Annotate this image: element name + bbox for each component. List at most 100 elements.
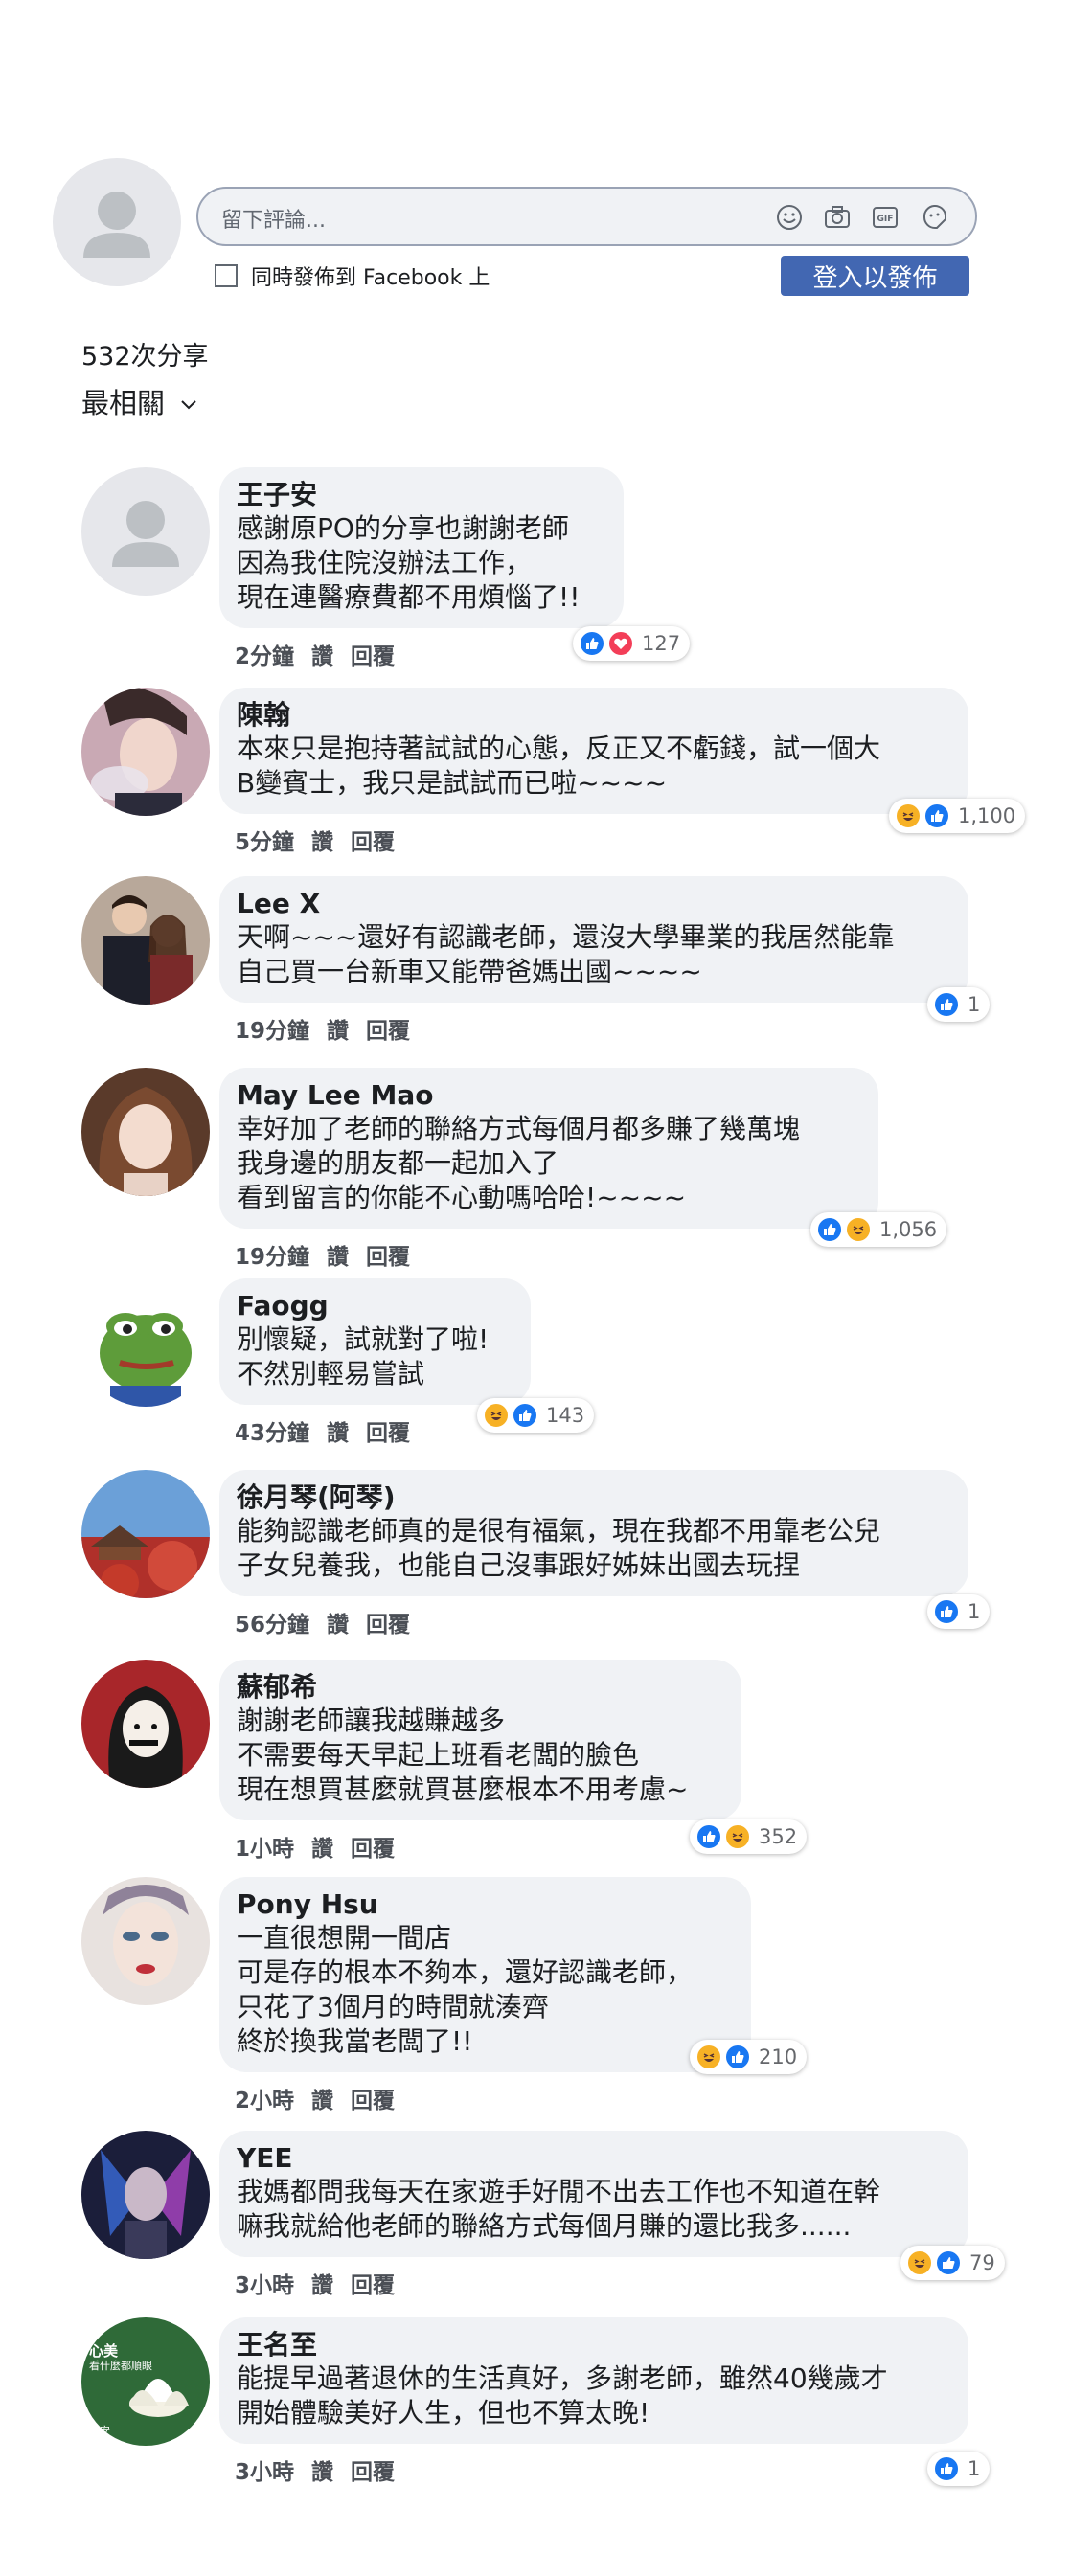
reply-link[interactable]: 回覆 bbox=[351, 2453, 395, 2486]
avatar-text: 早安 bbox=[89, 2425, 110, 2437]
login-to-post-button[interactable]: 登入以發佈 bbox=[781, 256, 969, 296]
reply-link[interactable]: 回覆 bbox=[366, 1606, 410, 1638]
commenter-avatar[interactable] bbox=[81, 1068, 210, 1196]
reaction-count: 352 bbox=[759, 1825, 798, 1848]
reaction-summary[interactable]: 1 bbox=[927, 2452, 991, 2486]
gif-icon[interactable]: GIF bbox=[869, 201, 901, 234]
reaction-summary[interactable]: 127 bbox=[573, 626, 691, 661]
like-link[interactable]: 讚 bbox=[311, 824, 333, 856]
sticker-icon[interactable] bbox=[919, 201, 951, 234]
comment-bubble: 陳翰 本來只是抱持著試試的心態，反正又不虧錢，試一個大 B變賓士，我只是試試而已啦~… bbox=[219, 688, 968, 814]
comment-text-line: B變賓士，我只是試試而已啦~~~~ bbox=[237, 767, 668, 799]
emoji-icon[interactable] bbox=[773, 201, 806, 234]
reply-link[interactable]: 回覆 bbox=[366, 1012, 410, 1045]
user-avatar bbox=[53, 158, 181, 286]
comment-text-line: 能提早過著退休的生活真好，多謝老師，雖然40幾歲才 bbox=[237, 2362, 888, 2394]
comment-timestamp[interactable]: 43分鐘 bbox=[235, 1414, 309, 1447]
commenter-avatar[interactable] bbox=[81, 1278, 210, 1407]
camera-icon[interactable] bbox=[821, 201, 854, 234]
reaction-count: 1,100 bbox=[958, 804, 1016, 827]
reply-link[interactable]: 回覆 bbox=[366, 1414, 410, 1447]
comment-timestamp[interactable]: 2小時 bbox=[235, 2082, 294, 2114]
comment-meta: 1小時讚回覆 bbox=[235, 1830, 395, 1863]
commenter-avatar[interactable] bbox=[81, 467, 210, 596]
comment-meta: 5分鐘讚回覆 bbox=[235, 824, 395, 856]
comment-timestamp[interactable]: 19分鐘 bbox=[235, 1012, 309, 1045]
comment-text-line: 只花了3個月的時間就湊齊 bbox=[237, 1991, 549, 2022]
like-link[interactable]: 讚 bbox=[327, 1606, 349, 1638]
commenter-name[interactable]: 王名至 bbox=[237, 2329, 949, 2361]
comment-meta: 43分鐘讚回覆 bbox=[235, 1414, 410, 1447]
comment-timestamp[interactable]: 3小時 bbox=[235, 2267, 294, 2299]
comment-text-line: 開始體驗美好人生，但也不算太晚! bbox=[237, 2397, 650, 2429]
comment-text-line: 可是存的根本不夠本，還好認識老師， bbox=[237, 1956, 694, 1988]
commenter-avatar[interactable] bbox=[81, 1470, 210, 1598]
like-link[interactable]: 讚 bbox=[311, 1830, 333, 1863]
reaction-count: 1 bbox=[968, 2457, 981, 2480]
like-link[interactable]: 讚 bbox=[311, 2453, 333, 2486]
crosspost-checkbox[interactable] bbox=[215, 264, 238, 287]
reply-link[interactable]: 回覆 bbox=[351, 638, 395, 670]
comment-meta: 3小時讚回覆 bbox=[235, 2267, 395, 2299]
comment-input[interactable]: 留下評論... GIF bbox=[196, 187, 977, 246]
comment-meta: 56分鐘讚回覆 bbox=[235, 1606, 410, 1638]
comment-bubble: Pony Hsu 一直很想開一間店 可是存的根本不夠本，還好認識老師， 只花了3個月的… bbox=[219, 1877, 751, 2072]
reaction-summary[interactable]: 1,056 bbox=[810, 1212, 947, 1247]
reaction-summary[interactable]: 1 bbox=[927, 987, 991, 1022]
comment-timestamp[interactable]: 2分鐘 bbox=[235, 638, 294, 670]
comment-timestamp[interactable]: 1小時 bbox=[235, 1830, 294, 1863]
reaction-summary[interactable]: 352 bbox=[690, 1819, 808, 1854]
comment-text-line: 終於換我當老闆了!! bbox=[237, 2025, 473, 2057]
comment-text-line: 不然別輕易嘗試 bbox=[237, 1358, 425, 1390]
commenter-name[interactable]: 王子安 bbox=[237, 479, 604, 511]
commenter-avatar[interactable] bbox=[81, 2131, 210, 2259]
reply-link[interactable]: 回覆 bbox=[351, 2082, 395, 2114]
comment-bubble: 王名至 能提早過著退休的生活真好，多謝老師，雖然40幾歲才 開始體驗美好人生，但也不… bbox=[219, 2317, 968, 2444]
comment-timestamp[interactable]: 19分鐘 bbox=[235, 1238, 309, 1271]
reply-link[interactable]: 回覆 bbox=[366, 1238, 410, 1271]
reply-link[interactable]: 回覆 bbox=[351, 2267, 395, 2299]
comment-meta: 19分鐘讚回覆 bbox=[235, 1238, 410, 1271]
comment-text-line: 一直很想開一間店 bbox=[237, 1922, 452, 1954]
commenter-name[interactable]: YEE bbox=[237, 2142, 949, 2175]
haha-reaction-icon bbox=[895, 802, 922, 829]
reaction-summary[interactable]: 210 bbox=[690, 2040, 808, 2074]
commenter-name[interactable]: 陳翰 bbox=[237, 699, 949, 732]
comment-timestamp[interactable]: 3小時 bbox=[235, 2453, 294, 2486]
like-link[interactable]: 讚 bbox=[327, 1238, 349, 1271]
like-reaction-icon bbox=[816, 1216, 843, 1243]
reaction-summary[interactable]: 143 bbox=[477, 1398, 595, 1433]
reply-link[interactable]: 回覆 bbox=[351, 824, 395, 856]
commenter-avatar[interactable] bbox=[81, 1660, 210, 1788]
reaction-count: 1 bbox=[968, 1600, 981, 1623]
like-link[interactable]: 讚 bbox=[327, 1012, 349, 1045]
comment-timestamp[interactable]: 5分鐘 bbox=[235, 824, 294, 856]
like-link[interactable]: 讚 bbox=[327, 1414, 349, 1447]
reaction-count: 1,056 bbox=[879, 1218, 938, 1241]
like-link[interactable]: 讚 bbox=[311, 2267, 333, 2299]
comment-text-line: 自己買一台新車又能帶爸媽出國~~~~ bbox=[237, 956, 702, 987]
sort-dropdown[interactable]: 最相關 bbox=[81, 381, 197, 421]
commenter-name[interactable]: 徐月琴(阿琴) bbox=[237, 1481, 949, 1514]
reaction-summary[interactable]: 1 bbox=[927, 1594, 991, 1629]
comment-timestamp[interactable]: 56分鐘 bbox=[235, 1606, 309, 1638]
reaction-summary[interactable]: 79 bbox=[900, 2246, 1005, 2280]
comment-text-line: 別懷疑，試就對了啦! bbox=[237, 1323, 490, 1355]
like-link[interactable]: 讚 bbox=[311, 638, 333, 670]
commenter-name[interactable]: Lee X bbox=[237, 888, 949, 920]
like-link[interactable]: 讚 bbox=[311, 2082, 333, 2114]
commenter-name[interactable]: 蘇郁希 bbox=[237, 1671, 722, 1704]
reply-link[interactable]: 回覆 bbox=[351, 1830, 395, 1863]
reaction-count: 143 bbox=[546, 1404, 585, 1427]
commenter-avatar[interactable]: 心美 看什麼都順眼 早安 bbox=[81, 2317, 210, 2446]
like-reaction-icon bbox=[579, 630, 605, 657]
crosspost-option[interactable]: 同時發佈到 Facebook 上 bbox=[215, 260, 490, 291]
reaction-summary[interactable]: 1,100 bbox=[889, 799, 1026, 833]
commenter-name[interactable]: May Lee Mao bbox=[237, 1079, 859, 1112]
commenter-name[interactable]: Pony Hsu bbox=[237, 1888, 732, 1921]
commenter-avatar[interactable] bbox=[81, 688, 210, 816]
commenter-name[interactable]: Faogg bbox=[237, 1290, 512, 1322]
commenter-avatar[interactable] bbox=[81, 876, 210, 1005]
commenter-avatar[interactable] bbox=[81, 1877, 210, 2005]
avatar-text: 看什麼都順眼 bbox=[89, 2360, 152, 2372]
